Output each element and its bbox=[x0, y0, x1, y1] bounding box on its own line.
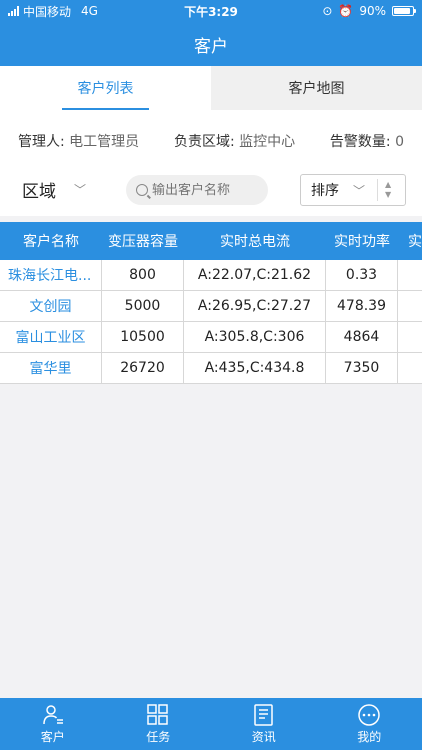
tab-label: 客户地图 bbox=[288, 81, 345, 97]
search-input[interactable] bbox=[152, 182, 262, 198]
tab-label: 客户列表 bbox=[77, 81, 134, 97]
table-row[interactable]: 富华里 26720 A:435,C:434.8 7350 bbox=[0, 353, 422, 384]
capacity-cell: 10500 bbox=[102, 322, 184, 352]
tab-customer-list[interactable]: 客户列表 bbox=[0, 66, 211, 110]
area-label: 负责区域: bbox=[173, 134, 235, 150]
area-dropdown-label: 区域 bbox=[22, 182, 56, 202]
segment-tabs: 客户列表 客户地图 bbox=[0, 66, 422, 110]
table-row[interactable]: 文创园 5000 A:26.95,C:27.27 478.39 bbox=[0, 291, 422, 322]
extra-cell bbox=[398, 353, 422, 383]
customer-table: 客户名称 变压器容量 实时总电流 实时功率 实 珠海长江电... 800 A:2… bbox=[0, 222, 422, 384]
power-cell: 478.39 bbox=[326, 291, 398, 321]
customer-name-cell[interactable]: 珠海长江电... bbox=[0, 260, 102, 290]
column-header-power[interactable]: 实时功率 bbox=[326, 222, 398, 260]
status-bar: 中国移动 4G 下午3:29 ⊙ ⏰ 90% bbox=[0, 0, 422, 22]
sort-label: 排序 bbox=[311, 183, 339, 199]
tab-customer-map[interactable]: 客户地图 bbox=[211, 66, 422, 110]
network-label: 4G bbox=[81, 4, 98, 18]
capacity-cell: 5000 bbox=[102, 291, 184, 321]
capacity-cell: 800 bbox=[102, 260, 184, 290]
table-header: 客户名称 变压器容量 实时总电流 实时功率 实 bbox=[0, 222, 422, 260]
battery-icon bbox=[392, 6, 416, 16]
table-row[interactable]: 珠海长江电... 800 A:22.07,C:21.62 0.33 bbox=[0, 260, 422, 291]
customer-name-cell[interactable]: 富山工业区 bbox=[0, 322, 102, 352]
search-icon bbox=[136, 184, 148, 196]
more-icon bbox=[358, 703, 380, 726]
news-icon bbox=[254, 703, 273, 726]
column-header-extra[interactable]: 实 bbox=[398, 222, 422, 260]
current-cell: A:305.8,C:306 bbox=[184, 322, 326, 352]
tabbar-item-mine[interactable]: 我的 bbox=[317, 698, 422, 750]
area-dropdown[interactable]: 区域 ﹀ bbox=[22, 177, 86, 202]
alarm-value: 0 bbox=[395, 134, 404, 150]
area-value: 监控中心 bbox=[239, 134, 296, 150]
power-cell: 4864 bbox=[326, 322, 398, 352]
divider bbox=[377, 179, 378, 201]
customer-icon bbox=[43, 704, 63, 724]
tabbar-item-customer[interactable]: 客户 bbox=[0, 698, 106, 750]
capacity-cell: 26720 bbox=[102, 353, 184, 383]
current-cell: A:26.95,C:27.27 bbox=[184, 291, 326, 321]
power-cell: 7350 bbox=[326, 353, 398, 383]
manager-label: 管理人: bbox=[18, 134, 65, 150]
column-header-current[interactable]: 实时总电流 bbox=[184, 222, 326, 260]
grid-icon bbox=[147, 703, 168, 725]
filter-row: 区域 ﹀ 排序 ﹀ ▲▼ bbox=[0, 164, 422, 216]
clock: 下午3:29 bbox=[184, 4, 238, 19]
extra-cell bbox=[398, 291, 422, 321]
column-header-name[interactable]: 客户名称 bbox=[0, 222, 102, 260]
sort-order-icon[interactable]: ▲ ▼ bbox=[385, 180, 391, 200]
battery-percent: 90% bbox=[359, 4, 386, 18]
tabbar-label: 客户 bbox=[40, 729, 65, 744]
tabbar-label: 我的 bbox=[357, 729, 382, 744]
alarm-label: 告警数量: bbox=[329, 134, 391, 150]
page-title: 客户 bbox=[194, 36, 228, 57]
manager-value: 电工管理员 bbox=[69, 134, 140, 150]
customer-name-cell[interactable]: 富华里 bbox=[0, 353, 102, 383]
chevron-down-icon: ﹀ bbox=[353, 183, 366, 198]
tabbar-item-task[interactable]: 任务 bbox=[106, 698, 212, 750]
bottom-tab-bar: 客户 任务 资讯 我的 bbox=[0, 698, 422, 750]
nav-bar: 客户 bbox=[0, 22, 422, 66]
table-row[interactable]: 富山工业区 10500 A:305.8,C:306 4864 bbox=[0, 322, 422, 353]
current-cell: A:435,C:434.8 bbox=[184, 353, 326, 383]
carrier-label: 中国移动 bbox=[23, 4, 72, 19]
chevron-down-icon: ﹀ bbox=[74, 183, 87, 197]
area-info: 负责区域: 监控中心 bbox=[174, 131, 295, 151]
search-box[interactable] bbox=[126, 175, 268, 205]
signal-icon bbox=[8, 6, 19, 16]
extra-cell bbox=[398, 260, 422, 290]
alarm-icon: ⏰ bbox=[338, 4, 354, 18]
alarm-info: 告警数量: 0 bbox=[330, 131, 404, 151]
tabbar-label: 资讯 bbox=[251, 729, 276, 744]
power-cell: 0.33 bbox=[326, 260, 398, 290]
tabbar-item-news[interactable]: 资讯 bbox=[211, 698, 317, 750]
manager-info: 管理人: 电工管理员 bbox=[18, 131, 139, 151]
extra-cell bbox=[398, 322, 422, 352]
info-row: 管理人: 电工管理员 负责区域: 监控中心 告警数量: 0 bbox=[0, 110, 422, 172]
tabbar-label: 任务 bbox=[146, 729, 171, 744]
column-header-capacity[interactable]: 变压器容量 bbox=[102, 222, 184, 260]
current-cell: A:22.07,C:21.62 bbox=[184, 260, 326, 290]
customer-name-cell[interactable]: 文创园 bbox=[0, 291, 102, 321]
orientation-lock-icon: ⊙ bbox=[322, 4, 333, 18]
sort-dropdown[interactable]: 排序 ﹀ ▲ ▼ bbox=[300, 174, 406, 206]
